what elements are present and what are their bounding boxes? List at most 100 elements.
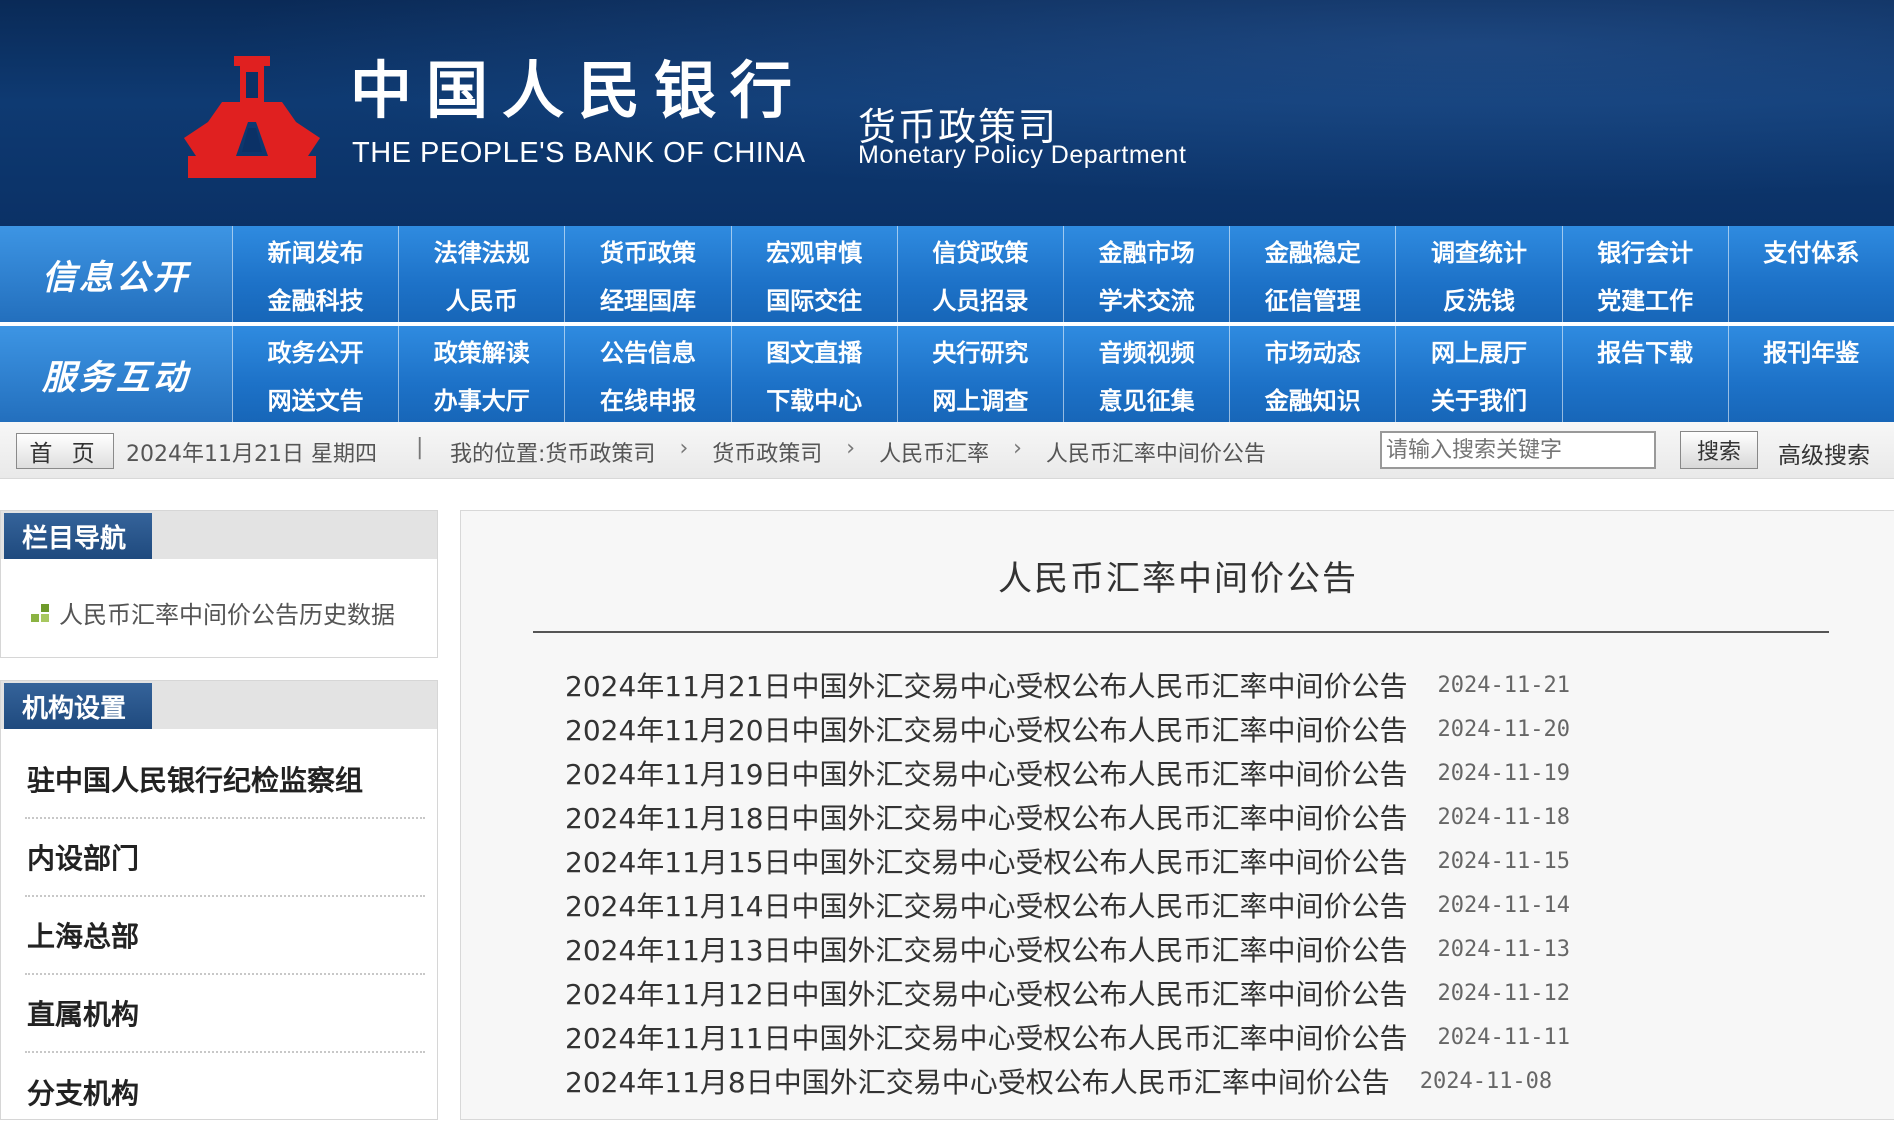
announcement-date: 2024-11-21 [1437, 672, 1570, 698]
advanced-search-link[interactable]: 高级搜索 [1778, 436, 1870, 470]
nav-info-label: 信息公开 [0, 226, 232, 322]
breadcrumb: 我的位置: 货币政策司 › 货币政策司 › 人民币汇率 › 人民币汇率中间价公告 [450, 436, 1266, 468]
breadcrumb-item[interactable]: 货币政策司 [545, 436, 655, 468]
nav-item[interactable]: 国际交往 [730, 274, 897, 322]
nav-item [1727, 274, 1894, 322]
announcement-link[interactable]: 2024年11月20日中国外汇交易中心受权公布人民币汇率中间价公告 [565, 709, 1408, 749]
nav-item[interactable]: 图文直播 [730, 326, 897, 374]
nav-item [1727, 374, 1894, 422]
list-item: 2024年11月11日中国外汇交易中心受权公布人民币汇率中间价公告 2024-11… [565, 1015, 1815, 1059]
org-item[interactable]: 分支机构 [25, 1053, 425, 1131]
announcement-date: 2024-11-15 [1437, 848, 1570, 874]
announcement-date: 2024-11-19 [1437, 760, 1570, 786]
nav-item[interactable]: 金融知识 [1229, 374, 1395, 422]
breadcrumb-item[interactable]: 人民币汇率 [879, 436, 989, 468]
nav-item[interactable]: 人员招录 [896, 274, 1063, 322]
nav-item[interactable]: 音频视频 [1062, 326, 1229, 374]
nav-item [1561, 374, 1728, 422]
list-item: 2024年11月15日中国外汇交易中心受权公布人民币汇率中间价公告 2024-11… [565, 839, 1815, 883]
nav-item[interactable]: 支付体系 [1727, 226, 1894, 274]
nav-item[interactable]: 学术交流 [1062, 274, 1229, 322]
crumb-separator: | [416, 435, 424, 460]
announcement-link[interactable]: 2024年11月19日中国外汇交易中心受权公布人民币汇率中间价公告 [565, 753, 1408, 793]
search-button[interactable]: 搜索 [1680, 431, 1758, 469]
chevron-right-icon: › [679, 436, 689, 461]
nav-item[interactable]: 征信管理 [1229, 274, 1395, 322]
nav-item[interactable]: 调查统计 [1395, 226, 1561, 274]
org-item[interactable]: 驻中国人民银行纪检监察组 [25, 741, 425, 819]
nav-item[interactable]: 网上展厅 [1395, 326, 1561, 374]
nav-service-grid: 政务公开 政策解读 公告信息 图文直播 央行研究 音频视频 市场动态 网上展厅 报告下载 报刊年鉴… [232, 326, 1894, 422]
list-item: 2024年11月19日中国外汇交易中心受权公布人民币汇率中间价公告 2024-11… [565, 751, 1815, 795]
bullet-squares-icon [31, 603, 49, 622]
location-label: 我的位置: [450, 442, 546, 467]
nav-item[interactable]: 银行会计 [1561, 226, 1728, 274]
list-item: 2024年11月14日中国外汇交易中心受权公布人民币汇率中间价公告 2024-11… [565, 883, 1815, 927]
nav-item[interactable]: 网上调查 [896, 374, 1063, 422]
nav-item[interactable]: 在线申报 [564, 374, 730, 422]
announcement-link[interactable]: 2024年11月13日中国外汇交易中心受权公布人民币汇率中间价公告 [565, 929, 1408, 969]
nav-item[interactable]: 网送文告 [232, 374, 398, 422]
announcement-link[interactable]: 2024年11月21日中国外汇交易中心受权公布人民币汇率中间价公告 [565, 665, 1408, 705]
sidebar-heading: 栏目导航 [1, 511, 437, 559]
nav-item[interactable]: 新闻发布 [232, 226, 398, 274]
list-item: 2024年11月18日中国外汇交易中心受权公布人民币汇率中间价公告 2024-11… [565, 795, 1815, 839]
chevron-right-icon: › [1013, 436, 1022, 461]
history-data-link[interactable]: 人民币汇率中间价公告历史数据 [31, 595, 395, 630]
nav-item[interactable]: 公告信息 [564, 326, 730, 374]
breadcrumb-item[interactable]: 货币政策司 [712, 436, 822, 468]
breadcrumb-bar: 首 页 2024年11月21日 星期四 | 我的位置: 货币政策司 › 货币政策… [0, 422, 1894, 479]
nav-item[interactable]: 宏观审慎 [730, 226, 897, 274]
announcement-link[interactable]: 2024年11月18日中国外汇交易中心受权公布人民币汇率中间价公告 [565, 797, 1408, 837]
nav-item[interactable]: 金融市场 [1062, 226, 1229, 274]
announcement-link[interactable]: 2024年11月15日中国外汇交易中心受权公布人民币汇率中间价公告 [565, 841, 1408, 881]
nav-item[interactable]: 报刊年鉴 [1727, 326, 1894, 374]
announcement-date: 2024-11-11 [1437, 1024, 1570, 1050]
nav-item[interactable]: 报告下载 [1561, 326, 1728, 374]
sidebar-org-setup: 机构设置 驻中国人民银行纪检监察组 内设部门 上海总部 直属机构 分支机构 [0, 680, 438, 1120]
pboc-emblem-icon[interactable] [178, 52, 326, 184]
nav-item[interactable]: 法律法规 [398, 226, 564, 274]
nav-item[interactable]: 人民币 [398, 274, 564, 322]
current-date: 2024年11月21日 星期四 [126, 442, 377, 467]
nav-item[interactable]: 央行研究 [896, 326, 1063, 374]
nav-item[interactable]: 关于我们 [1395, 374, 1561, 422]
announcement-link[interactable]: 2024年11月8日中国外汇交易中心受权公布人民币汇率中间价公告 [565, 1061, 1390, 1101]
nav-info-block: 信息公开 新闻发布 法律法规 货币政策 宏观审慎 信贷政策 金融市场 金融稳定 调查统计 银行会… [0, 226, 1894, 322]
nav-item[interactable]: 经理国库 [564, 274, 730, 322]
nav-service-label: 服务互动 [0, 326, 232, 422]
nav-item[interactable]: 党建工作 [1561, 274, 1728, 322]
title-divider [533, 631, 1829, 633]
org-item[interactable]: 上海总部 [25, 897, 425, 975]
org-item[interactable]: 内设部门 [25, 819, 425, 897]
nav-item[interactable]: 下载中心 [730, 374, 897, 422]
chevron-right-icon: › [846, 436, 856, 461]
nav-item[interactable]: 信贷政策 [896, 226, 1063, 274]
announcement-link[interactable]: 2024年11月12日中国外汇交易中心受权公布人民币汇率中间价公告 [565, 973, 1408, 1013]
announcement-date: 2024-11-14 [1437, 892, 1570, 918]
nav-item[interactable]: 意见征集 [1062, 374, 1229, 422]
list-item: 2024年11月8日中国外汇交易中心受权公布人民币汇率中间价公告 2024-11-… [565, 1059, 1815, 1103]
nav-item[interactable]: 金融科技 [232, 274, 398, 322]
column-nav-heading: 栏目导航 [4, 513, 153, 559]
search-input[interactable] [1380, 431, 1656, 469]
org-setup-heading: 机构设置 [4, 683, 153, 729]
home-button[interactable]: 首 页 [16, 433, 114, 469]
announcement-link[interactable]: 2024年11月14日中国外汇交易中心受权公布人民币汇率中间价公告 [565, 885, 1408, 925]
org-item[interactable]: 直属机构 [25, 975, 425, 1053]
nav-item[interactable]: 货币政策 [564, 226, 730, 274]
nav-service-block: 服务互动 政务公开 政策解读 公告信息 图文直播 央行研究 音频视频 市场动态 网上展厅 报告下… [0, 326, 1894, 422]
nav-item[interactable]: 市场动态 [1229, 326, 1395, 374]
nav-item[interactable]: 反洗钱 [1395, 274, 1561, 322]
nav-item[interactable]: 办事大厅 [398, 374, 564, 422]
nav-item[interactable]: 金融稳定 [1229, 226, 1395, 274]
list-item: 2024年11月20日中国外汇交易中心受权公布人民币汇率中间价公告 2024-11… [565, 707, 1815, 751]
announcement-date: 2024-11-12 [1437, 980, 1570, 1006]
nav-item[interactable]: 政策解读 [398, 326, 564, 374]
nav-item[interactable]: 政务公开 [232, 326, 398, 374]
breadcrumb-item[interactable]: 人民币汇率中间价公告 [1046, 436, 1266, 468]
main-navigation: 信息公开 新闻发布 法律法规 货币政策 宏观审慎 信贷政策 金融市场 金融稳定 调查统计 银行会… [0, 226, 1894, 422]
announcement-link[interactable]: 2024年11月11日中国外汇交易中心受权公布人民币汇率中间价公告 [565, 1017, 1408, 1057]
site-header: 中国人民银行 THE PEOPLE'S BANK OF CHINA 货币政策司 … [0, 0, 1894, 226]
sidebar-column-nav: 栏目导航 人民币汇率中间价公告历史数据 [0, 510, 438, 658]
